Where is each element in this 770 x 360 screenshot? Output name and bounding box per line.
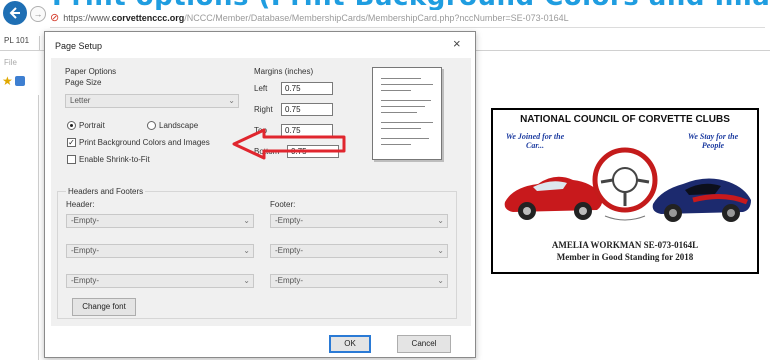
page-setup-dialog: Page Setup × Paper Options Page Size Let… bbox=[44, 31, 476, 358]
margin-left-input[interactable]: 0.75 bbox=[281, 82, 333, 95]
chevron-down-icon: ⌄ bbox=[243, 246, 250, 255]
header-value-3: -Empty- bbox=[71, 276, 99, 285]
change-font-button[interactable]: Change font bbox=[72, 298, 136, 316]
footer-label: Footer: bbox=[270, 200, 296, 209]
headers-footers-group: Headers and Footers Header: Footer: -Emp… bbox=[57, 187, 457, 319]
chevron-down-icon: ⌄ bbox=[437, 216, 444, 225]
print-background-label: Print Background Colors and Images bbox=[79, 138, 210, 147]
portrait-radio[interactable] bbox=[67, 121, 76, 130]
header-value-1: -Empty- bbox=[71, 216, 99, 225]
margins-label: Margins (inches) bbox=[254, 67, 314, 76]
annotation-arrow-icon bbox=[232, 128, 346, 160]
shrink-to-fit-label: Enable Shrink-to-Fit bbox=[79, 155, 150, 164]
chevron-down-icon: ⌄ bbox=[243, 216, 250, 225]
footer-select-3[interactable]: -Empty- ⌄ bbox=[270, 274, 448, 288]
footer-select-2[interactable]: -Empty- ⌄ bbox=[270, 244, 448, 258]
classic-corvette-icon bbox=[504, 176, 603, 220]
back-button[interactable] bbox=[3, 1, 27, 25]
footer-value-1: -Empty- bbox=[275, 216, 303, 225]
footer-value-2: -Empty- bbox=[275, 246, 303, 255]
page-left-edge bbox=[38, 95, 39, 360]
preview-line bbox=[381, 100, 431, 101]
favorites-bar-icon[interactable] bbox=[15, 76, 25, 86]
address-domain: corvettenccc.org bbox=[111, 12, 185, 23]
preview-line bbox=[381, 84, 433, 85]
preview-line bbox=[381, 106, 425, 107]
print-background-checkbox[interactable]: ✓ bbox=[67, 138, 76, 147]
preview-line bbox=[381, 128, 421, 129]
preview-line bbox=[381, 90, 411, 91]
preview-line bbox=[381, 78, 421, 79]
footer-select-1[interactable]: -Empty- ⌄ bbox=[270, 214, 448, 228]
card-artwork bbox=[504, 147, 751, 222]
header-value-2: -Empty- bbox=[71, 246, 99, 255]
address-bar[interactable]: ⊘ https://www. corvettenccc.org /NCCC/Me… bbox=[50, 8, 765, 28]
card-member-status: Member in Good Standing for 2018 bbox=[556, 252, 694, 262]
header-select-1[interactable]: -Empty- ⌄ bbox=[66, 214, 254, 228]
forward-button[interactable]: → bbox=[30, 6, 46, 22]
browser-tab[interactable]: PL 101 bbox=[0, 36, 40, 50]
address-scheme: https://www. bbox=[63, 12, 112, 23]
chevron-down-icon: ⌄ bbox=[243, 276, 250, 285]
favorites-star-icon[interactable]: ★ bbox=[2, 74, 13, 88]
file-menu[interactable]: File bbox=[4, 58, 17, 67]
preview-line bbox=[381, 122, 433, 123]
page-size-select[interactable]: Letter ⌄ bbox=[65, 94, 239, 108]
header-select-3[interactable]: -Empty- ⌄ bbox=[66, 274, 254, 288]
margin-left-label: Left bbox=[254, 84, 268, 93]
no-entry-icon: ⊘ bbox=[50, 12, 60, 24]
address-path: /NCCC/Member/Database/MembershipCards/Me… bbox=[184, 12, 569, 23]
back-arrow-icon bbox=[9, 7, 20, 19]
header-label: Header: bbox=[66, 200, 95, 209]
ok-button[interactable]: OK bbox=[329, 335, 371, 353]
page-size-value: Letter bbox=[70, 96, 91, 105]
paper-options-label: Paper Options bbox=[65, 67, 117, 76]
chevron-down-icon: ⌄ bbox=[437, 246, 444, 255]
headers-footers-label: Headers and Footers bbox=[66, 187, 146, 196]
browser-tab-label: PL 101 bbox=[4, 36, 30, 45]
portrait-label: Portrait bbox=[79, 121, 105, 130]
chevron-down-icon: ⌄ bbox=[228, 96, 235, 105]
forward-arrow-icon: → bbox=[33, 9, 43, 19]
landscape-radio[interactable] bbox=[147, 121, 156, 130]
preview-line bbox=[381, 144, 411, 145]
dialog-body: Paper Options Page Size Letter ⌄ Portrai… bbox=[51, 58, 471, 326]
membership-card: NATIONAL COUNCIL OF CORVETTE CLUBS We Jo… bbox=[491, 108, 759, 274]
preview-line bbox=[381, 138, 429, 139]
cancel-button[interactable]: Cancel bbox=[397, 335, 451, 353]
footer-value-3: -Empty- bbox=[275, 276, 303, 285]
header-select-2[interactable]: -Empty- ⌄ bbox=[66, 244, 254, 258]
page-size-label: Page Size bbox=[65, 78, 102, 87]
card-member-name: AMELIA WORKMAN SE-073-0164L bbox=[551, 240, 699, 250]
preview-line bbox=[381, 112, 417, 113]
page-preview bbox=[372, 67, 442, 160]
card-title: NATIONAL COUNCIL OF CORVETTE CLUBS bbox=[520, 114, 730, 125]
chevron-down-icon: ⌄ bbox=[437, 276, 444, 285]
landscape-label: Landscape bbox=[159, 121, 199, 130]
shrink-to-fit-checkbox[interactable] bbox=[67, 155, 76, 164]
modern-corvette-icon bbox=[652, 178, 751, 222]
close-icon[interactable]: × bbox=[453, 36, 461, 51]
steering-wheel-logo-icon bbox=[592, 147, 658, 221]
dialog-title: Page Setup bbox=[55, 41, 103, 51]
margin-right-label: Right bbox=[254, 105, 273, 114]
margin-right-input[interactable]: 0.75 bbox=[281, 103, 333, 116]
